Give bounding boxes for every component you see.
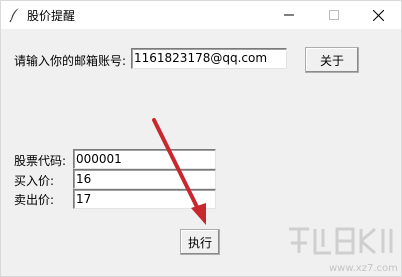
watermark-domain: www.xz7.com — [329, 263, 398, 274]
app-window: 股价提醒 请输入你的邮箱账号: 1161823178@qq.com 关于 股票代… — [0, 0, 402, 277]
